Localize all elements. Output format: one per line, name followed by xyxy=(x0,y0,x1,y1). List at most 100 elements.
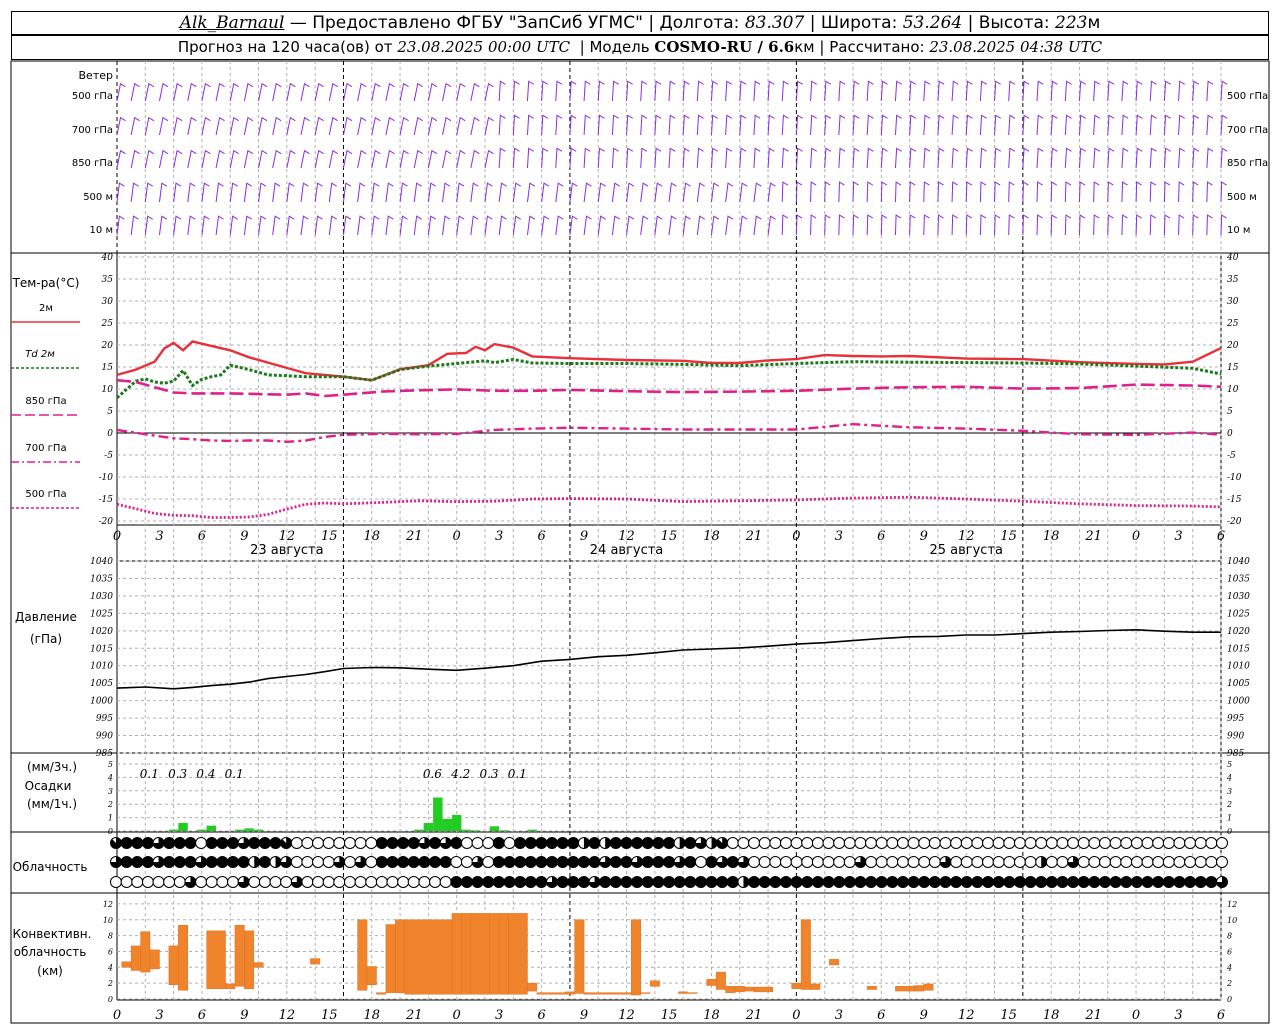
cloud-fill xyxy=(259,837,271,849)
wind-barb xyxy=(710,114,718,136)
hour-tick-label: 3 xyxy=(835,1008,843,1023)
conv-bar xyxy=(734,986,745,993)
wind-barb xyxy=(512,215,521,236)
cloud-fill xyxy=(216,856,228,868)
wind-barb xyxy=(767,182,776,203)
wind-barb xyxy=(215,182,224,203)
wind-barb xyxy=(824,181,831,203)
wind-barb xyxy=(1149,80,1157,102)
conv-bar xyxy=(800,919,811,990)
temp-title: Тем-ра(°C) xyxy=(12,276,80,290)
wind-barb xyxy=(456,116,466,136)
wind-level-label-right: 10 м xyxy=(1227,225,1250,236)
cloud-fill xyxy=(174,856,186,868)
wind-barb xyxy=(144,149,155,169)
cloud-symbol xyxy=(248,876,261,888)
wind-barb xyxy=(611,80,619,102)
wind-barb xyxy=(725,114,733,136)
wind-barb xyxy=(795,214,803,236)
pressure-tick-label-right: 1025 xyxy=(1227,609,1250,619)
conv-tick-label: 10 xyxy=(103,916,113,925)
wind-barb xyxy=(923,181,930,203)
cloud-fill xyxy=(535,856,547,868)
pressure-tick-label: 1025 xyxy=(90,609,113,619)
hour-tick-label: 6 xyxy=(198,529,206,544)
pressure-tick-label: 1020 xyxy=(90,627,113,637)
pressure-tick-label: 1015 xyxy=(90,644,113,654)
precip-tick-label: 2 xyxy=(107,800,113,809)
pressure-tick-label-right: 1020 xyxy=(1227,627,1250,637)
cloud-symbol xyxy=(779,837,792,849)
wind-barb xyxy=(1149,114,1157,136)
conv-tick-label: 0 xyxy=(108,995,113,1004)
conv-bar xyxy=(914,985,925,992)
cloud-symbol xyxy=(886,837,899,849)
wind-barb xyxy=(668,80,676,102)
pressure-tick-label-right: 1005 xyxy=(1227,679,1250,689)
precip-title: Осадки xyxy=(25,779,72,793)
wind-barb xyxy=(470,182,479,203)
wind-barb xyxy=(399,82,409,102)
wind-barb xyxy=(456,149,466,169)
hour-tick-label: 21 xyxy=(1084,1008,1102,1023)
wind-barb xyxy=(413,149,423,169)
cloud-fill xyxy=(940,876,951,888)
hour-tick-label: 6 xyxy=(198,1008,206,1023)
hour-tick-label: 18 xyxy=(1043,1008,1060,1023)
conv-tick-label-right: 10 xyxy=(1227,916,1237,925)
cloud-symbol xyxy=(1024,837,1037,849)
cloud-fill xyxy=(259,856,271,868)
cloud-symbol xyxy=(429,876,442,888)
hour-tick-label: 15 xyxy=(321,529,338,544)
temp-tick-label-right: -5 xyxy=(1227,451,1236,461)
wind-barb xyxy=(243,82,254,102)
temp-tick-label-right: 5 xyxy=(1227,407,1233,417)
conv-bar xyxy=(168,945,179,985)
cloud-symbol xyxy=(779,856,792,868)
temp-legend-label: 700 гПа xyxy=(25,443,66,454)
temp-series-2м xyxy=(116,340,1222,382)
wind-barb xyxy=(1206,181,1213,203)
wind-barb xyxy=(994,114,1002,136)
wind-barb xyxy=(597,80,605,102)
cloud-symbol xyxy=(769,837,782,849)
conv-bar xyxy=(470,913,490,995)
wind-barb xyxy=(668,182,677,203)
cloud-fill xyxy=(982,876,994,888)
wind-barb xyxy=(187,149,197,169)
wind-barb xyxy=(1121,80,1129,102)
wind-barb xyxy=(1163,114,1171,136)
cloud-fill xyxy=(631,876,643,888)
hour-tick-label: 15 xyxy=(1000,529,1017,544)
cloud-symbol xyxy=(1045,856,1058,868)
cloud-symbol xyxy=(397,876,410,888)
conv-bar xyxy=(121,961,132,968)
conv-bar xyxy=(451,913,462,995)
cloud-fill xyxy=(131,856,143,868)
cloud-symbol xyxy=(163,876,176,888)
cloud-symbol xyxy=(822,856,835,868)
cloud-fill xyxy=(461,876,473,888)
wind-barb xyxy=(852,80,860,102)
hour-tick-label: 0 xyxy=(1132,529,1140,544)
wind-barb xyxy=(272,215,281,236)
hour-tick-label: 6 xyxy=(537,529,545,544)
pressure-tick-label-right: 1015 xyxy=(1227,644,1250,654)
wind-barb xyxy=(795,114,803,136)
cloud-fill xyxy=(493,856,505,868)
cloud-symbol xyxy=(854,837,867,849)
cloud-fill xyxy=(631,837,643,849)
wind-barb xyxy=(1192,114,1200,136)
cloud-fill xyxy=(886,876,898,888)
cloud-fill xyxy=(567,876,579,888)
cloud-fill xyxy=(663,856,675,868)
wind-barb xyxy=(470,215,479,236)
precip-3h-total: 0.1 xyxy=(225,767,244,781)
cloud-fill xyxy=(589,837,601,849)
temp-tick-label-right: 30 xyxy=(1227,297,1239,307)
cloud-symbol xyxy=(950,856,963,868)
wind-barb xyxy=(1163,214,1171,236)
wind-barb xyxy=(654,80,662,102)
conv-bar xyxy=(310,958,321,965)
conv-bar xyxy=(725,986,736,993)
